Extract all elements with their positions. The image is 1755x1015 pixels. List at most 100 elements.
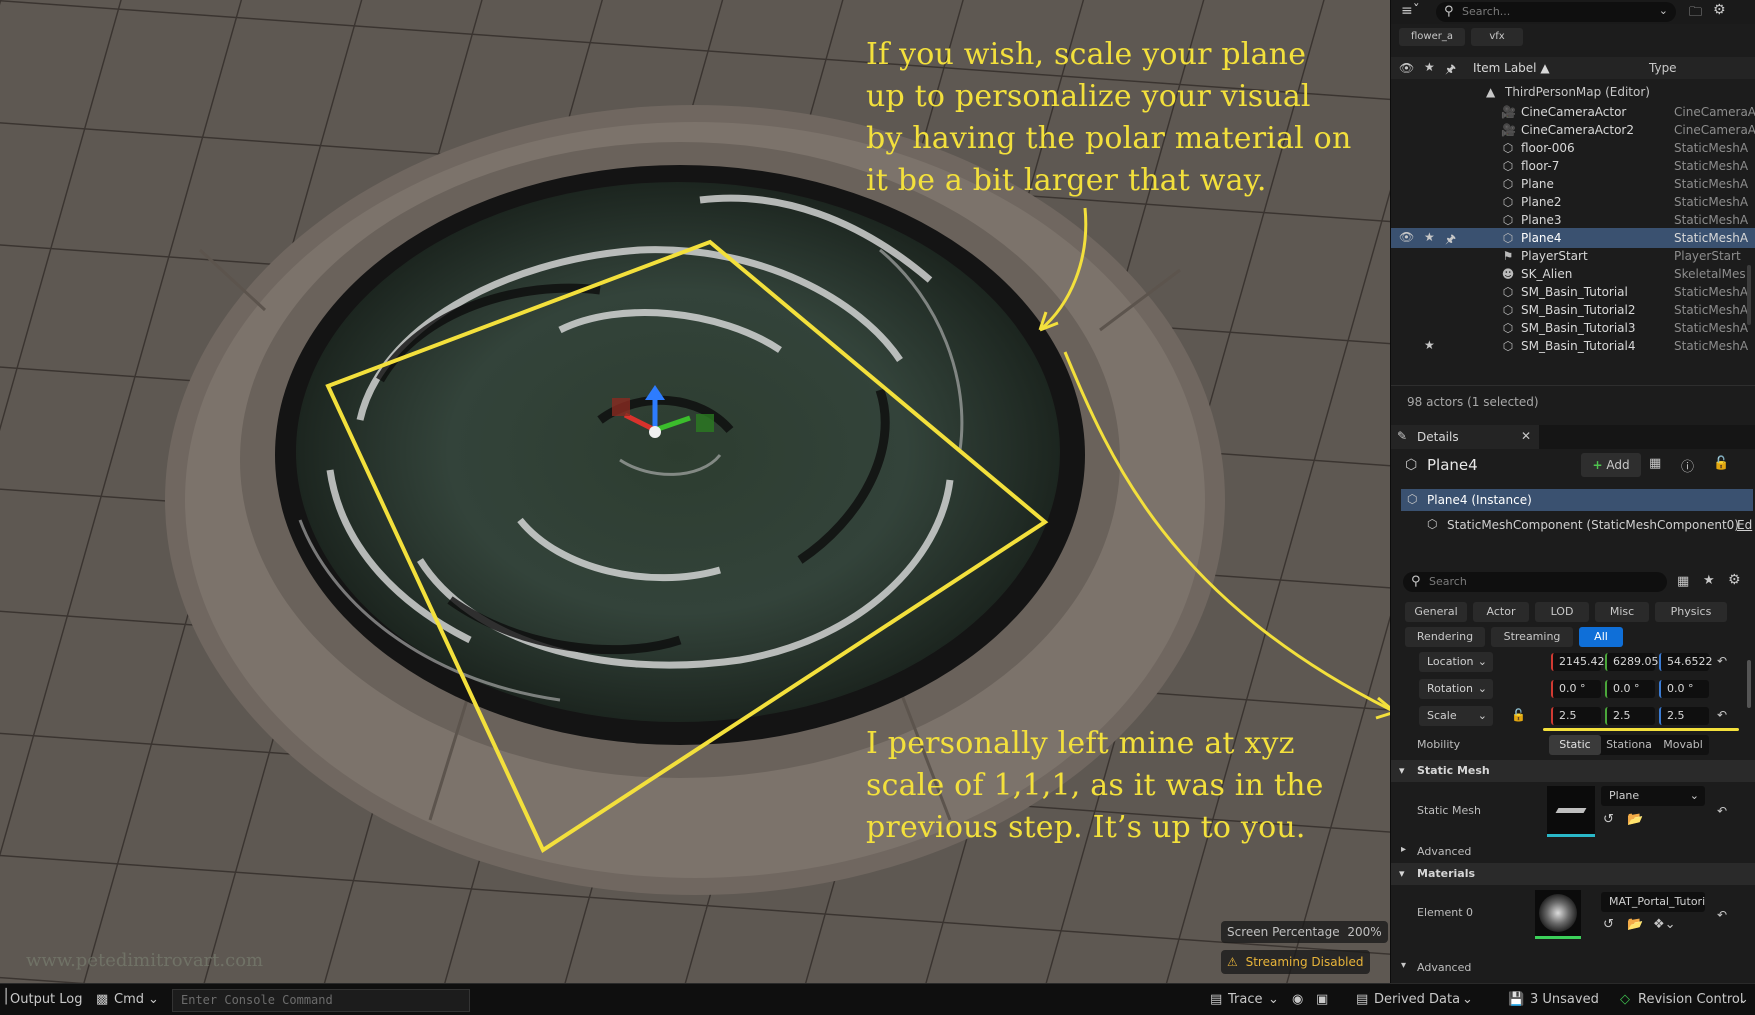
column-type[interactable]: Type xyxy=(1649,61,1677,75)
static-mesh-thumbnail[interactable] xyxy=(1547,786,1595,837)
scale-dropdown[interactable]: Scale ⌄ xyxy=(1419,706,1493,726)
category-streaming[interactable]: Streaming xyxy=(1491,627,1573,647)
mobility-movable[interactable]: Movabl xyxy=(1657,735,1709,755)
record-icon[interactable]: ◉ xyxy=(1292,992,1303,1007)
chevron-down-icon[interactable]: ⌄ xyxy=(148,992,159,1007)
console-command-input[interactable]: Enter Console Command xyxy=(172,989,470,1012)
add-folder-icon[interactable]: 🗀 xyxy=(1689,3,1702,25)
rotation-dropdown[interactable]: Rotation ⌄ xyxy=(1419,679,1493,699)
material-options-icon[interactable]: ❖⌄ xyxy=(1653,917,1676,932)
eye-icon[interactable]: 👁 xyxy=(1399,61,1414,75)
use-selected-icon[interactable]: ↺ xyxy=(1603,812,1614,827)
category-physics[interactable]: Physics xyxy=(1655,602,1727,622)
material-thumbnail[interactable] xyxy=(1535,890,1581,939)
outliner-row[interactable]: 🎥 CineCameraActor CineCameraA xyxy=(1391,102,1755,122)
outliner-row[interactable]: ⬡ SM_Basin_Tutorial StaticMeshA xyxy=(1391,282,1755,302)
instance-row[interactable]: ⬡ Plane4 (Instance) xyxy=(1401,489,1753,511)
column-item-label[interactable]: Item Label ▲ xyxy=(1473,61,1550,75)
outliner-map-row[interactable]: ▲ ThirdPersonMap (Editor) xyxy=(1391,82,1755,102)
scale-x-field[interactable]: 2.5 xyxy=(1551,707,1601,725)
outliner-search-input[interactable]: ⚲ Search... ⌄ xyxy=(1436,2,1676,22)
static-mesh-picker[interactable]: Plane ⌄ xyxy=(1601,786,1705,806)
advanced-row[interactable]: ▸ Advanced xyxy=(1391,840,1755,862)
browse-icon[interactable]: 📂 xyxy=(1627,812,1643,827)
outliner-scrollbar[interactable] xyxy=(1747,265,1751,325)
category-misc[interactable]: Misc xyxy=(1595,602,1649,622)
category-lod[interactable]: LOD xyxy=(1535,602,1589,622)
outliner-row[interactable]: ⬡ Plane2 StaticMeshA xyxy=(1391,192,1755,212)
outliner-row[interactable]: ⬡ SM_Basin_Tutorial2 StaticMeshA xyxy=(1391,300,1755,320)
location-z-field[interactable]: 54.6522 xyxy=(1659,653,1713,671)
category-actor[interactable]: Actor xyxy=(1473,602,1529,622)
star-icon[interactable]: ★ xyxy=(1424,60,1435,74)
trace-button[interactable]: Trace xyxy=(1228,992,1263,1007)
add-component-button[interactable]: + Add xyxy=(1581,453,1641,477)
outliner-row[interactable]: 🎥 CineCameraActor2 CineCameraA xyxy=(1391,120,1755,140)
chevron-down-icon[interactable]: ⌄ xyxy=(1268,992,1279,1007)
outliner-row[interactable]: ☻ SK_Alien SkeletalMes xyxy=(1391,264,1755,284)
outliner-row[interactable]: ⚑ PlayerStart PlayerStart xyxy=(1391,246,1755,266)
lock-icon[interactable]: 🔓 xyxy=(1713,456,1729,471)
mobility-stationary[interactable]: Stationa xyxy=(1603,735,1655,755)
component-edit-link[interactable]: Ed xyxy=(1737,518,1752,532)
derived-data-button[interactable]: Derived Data xyxy=(1374,992,1460,1007)
outliner-row[interactable]: ⬡ SM_Basin_Tutorial3 StaticMeshA xyxy=(1391,318,1755,338)
rotation-y-field[interactable]: 0.0 ° xyxy=(1605,680,1655,698)
close-icon[interactable]: ✕ xyxy=(1521,429,1531,443)
reset-arrow-icon[interactable]: ↶ xyxy=(1717,708,1727,722)
location-x-field[interactable]: 2145.42 xyxy=(1551,653,1605,671)
details-tab[interactable]: ✎ Details ✕ xyxy=(1391,425,1539,449)
revision-control-button[interactable]: Revision Control xyxy=(1638,992,1743,1007)
location-dropdown[interactable]: Location ⌄ xyxy=(1419,652,1493,672)
reset-arrow-icon[interactable]: ↶ xyxy=(1717,908,1727,922)
star-icon[interactable]: ★ xyxy=(1703,573,1715,588)
location-y-field[interactable]: 6289.05 xyxy=(1605,653,1659,671)
outliner-row[interactable]: ⬡ Plane3 StaticMeshA xyxy=(1391,210,1755,230)
eye-icon[interactable]: 👁 xyxy=(1399,230,1414,244)
help-icon[interactable]: ⓘ xyxy=(1681,456,1694,475)
chevron-down-icon[interactable]: ⌄ xyxy=(1462,992,1473,1007)
category-all[interactable]: All xyxy=(1579,627,1623,647)
camera-icon[interactable]: ▣ xyxy=(1316,992,1328,1007)
details-search-input[interactable]: ⚲ Search xyxy=(1403,572,1667,592)
chevron-down-icon[interactable]: ⌄ xyxy=(1659,4,1668,17)
outliner-row[interactable]: ★ ⬡ SM_Basin_Tutorial4 StaticMeshA xyxy=(1391,336,1755,356)
blueprint-icon[interactable]: ▦ xyxy=(1649,456,1661,471)
category-rendering[interactable]: Rendering xyxy=(1405,627,1485,647)
table-view-icon[interactable]: ▦ xyxy=(1677,574,1689,589)
scale-y-field[interactable]: 2.5 xyxy=(1605,707,1655,725)
output-log-button[interactable]: Output Log xyxy=(10,992,83,1007)
browse-icon[interactable]: 📂 xyxy=(1627,917,1643,932)
unsaved-button[interactable]: 3 Unsaved xyxy=(1530,992,1599,1007)
unlock-icon[interactable]: 🔓 xyxy=(1511,708,1526,722)
static-mesh-section[interactable]: ▾ Static Mesh xyxy=(1391,760,1755,782)
reset-arrow-icon[interactable]: ↶ xyxy=(1717,804,1727,818)
use-selected-icon[interactable]: ↺ xyxy=(1603,917,1614,932)
outliner-row-selected[interactable]: 👁 ★ 🖈 ⬡ Plane4 StaticMeshA xyxy=(1391,228,1755,248)
mobility-static[interactable]: Static xyxy=(1549,735,1601,755)
star-icon[interactable]: ★ xyxy=(1424,338,1435,352)
rotation-x-field[interactable]: 0.0 ° xyxy=(1551,680,1601,698)
chevron-down-icon[interactable]: ⌄ xyxy=(1738,992,1749,1007)
category-general[interactable]: General xyxy=(1405,602,1467,622)
outliner-row[interactable]: ⬡ floor-7 StaticMeshA xyxy=(1391,156,1755,176)
details-scrollbar[interactable] xyxy=(1747,660,1751,708)
outliner-row[interactable]: ⬡ floor-006 StaticMeshA xyxy=(1391,138,1755,158)
star-icon[interactable]: ★ xyxy=(1424,230,1435,244)
reset-arrow-icon[interactable]: ↶ xyxy=(1717,654,1727,668)
advanced-row-materials[interactable]: ▾ Advanced xyxy=(1391,956,1755,978)
rotation-z-field[interactable]: 0.0 ° xyxy=(1659,680,1709,698)
cmd-dropdown[interactable]: Cmd xyxy=(114,992,144,1007)
gear-icon[interactable]: ⚙ xyxy=(1728,572,1741,588)
material-picker[interactable]: MAT_Portal_Tutoria xyxy=(1601,892,1705,912)
filter-tab-vfx[interactable]: vfx xyxy=(1471,28,1523,46)
pin-icon[interactable]: 🖈 xyxy=(1445,60,1456,81)
filter-tab-flower-a[interactable]: flower_a xyxy=(1399,28,1465,46)
scale-z-field[interactable]: 2.5 xyxy=(1659,707,1709,725)
outliner-row[interactable]: ⬡ Plane StaticMeshA xyxy=(1391,174,1755,194)
materials-section[interactable]: ▾ Materials xyxy=(1391,863,1755,885)
level-viewport[interactable]: If you wish, scale your plane up to pers… xyxy=(0,0,1390,983)
filter-icon[interactable]: ≡ˇ xyxy=(1401,3,1420,19)
gear-icon[interactable]: ⚙ xyxy=(1713,2,1726,18)
component-row[interactable]: ⬡ StaticMeshComponent (StaticMeshCompone… xyxy=(1401,514,1753,536)
